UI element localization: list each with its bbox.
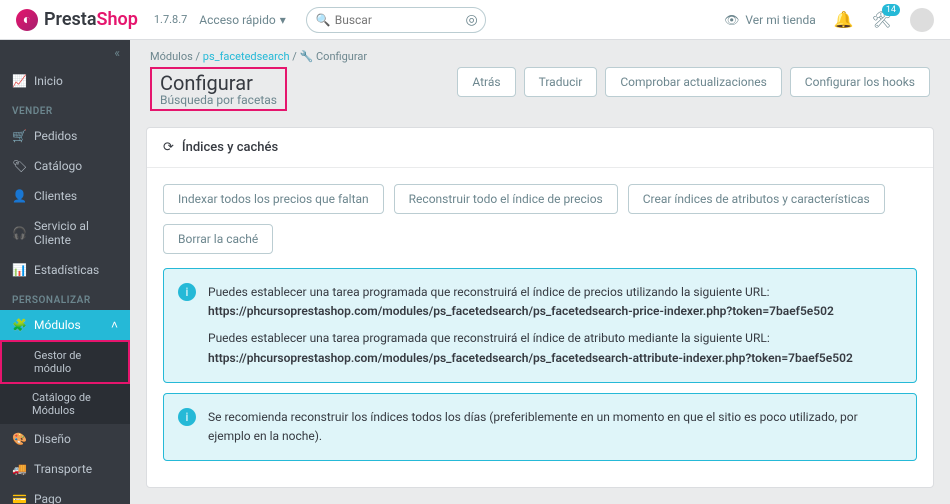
rebuild-price-button[interactable]: Reconstruir todo el índice de precios bbox=[394, 184, 618, 214]
page-subtitle: Búsqueda por facetas bbox=[160, 93, 277, 107]
search-input[interactable] bbox=[306, 7, 486, 33]
avatar[interactable] bbox=[910, 8, 934, 32]
topbar-right: 👁 Ver mi tienda 🔔 🛠 14 bbox=[724, 8, 934, 32]
back-button[interactable]: Atrás bbox=[457, 67, 515, 97]
quick-access-dropdown[interactable]: Acceso rápido ▾ bbox=[199, 13, 285, 27]
breadcrumb-module-link[interactable]: ps_facetedsearch bbox=[203, 50, 290, 63]
main-content: Módulos / ps_facetedsearch / 🔧 Configura… bbox=[130, 40, 950, 504]
indices-panel: ⟳ Índices y cachés Indexar todos los pre… bbox=[146, 127, 934, 488]
sidebar-item-payment[interactable]: 💳Pago bbox=[0, 484, 130, 504]
sidebar-sub-module-manager[interactable]: Gestor de módulo bbox=[0, 340, 130, 384]
sidebar-item-clients[interactable]: 👤Clientes bbox=[0, 181, 130, 211]
stats-icon: 📊 bbox=[12, 263, 26, 277]
logo-text: PrestaShop bbox=[44, 9, 138, 30]
sidebar: « 📈Inicio VENDER 🛒Pedidos 🏷Catálogo 👤Cli… bbox=[0, 40, 130, 504]
clear-cache-button[interactable]: Borrar la caché bbox=[163, 224, 273, 254]
topbar: ◐ PrestaShop 1.7.8.7 Acceso rápido ▾ 🔍 ◎… bbox=[0, 0, 950, 40]
sidebar-item-home[interactable]: 📈Inicio bbox=[0, 66, 130, 96]
page-header: Configurar Búsqueda por facetas Atrás Tr… bbox=[130, 63, 950, 127]
chevron-up-icon: ˄ bbox=[111, 318, 118, 332]
notifications-icon[interactable]: 🔔 bbox=[834, 10, 854, 29]
sidebar-item-stats[interactable]: 📊Estadísticas bbox=[0, 255, 130, 285]
search-wrap: 🔍 ◎ bbox=[306, 7, 486, 33]
version-label: 1.7.8.7 bbox=[154, 13, 187, 26]
sidebar-item-design[interactable]: 🎨Diseño bbox=[0, 424, 130, 454]
config-hooks-button[interactable]: Configurar los hooks bbox=[790, 67, 930, 97]
debug-icon[interactable]: 🛠 14 bbox=[872, 10, 892, 29]
indices-panel-header: ⟳ Índices y cachés bbox=[147, 128, 933, 168]
page-title-box: Configurar Búsqueda por facetas bbox=[150, 67, 287, 111]
sidebar-item-service[interactable]: 🎧Servicio al Cliente bbox=[0, 211, 130, 255]
section-sell: VENDER bbox=[0, 96, 130, 121]
index-prices-button[interactable]: Indexar todos los precios que faltan bbox=[163, 184, 384, 214]
header-actions: Atrás Traducir Comprobar actualizaciones… bbox=[457, 67, 930, 97]
check-updates-button[interactable]: Comprobar actualizaciones bbox=[605, 67, 781, 97]
puzzle-icon: 🧩 bbox=[12, 318, 26, 332]
sidebar-item-transport[interactable]: 🚚Transporte bbox=[0, 454, 130, 484]
headset-icon: 🎧 bbox=[12, 226, 26, 240]
dashboard-icon: 📈 bbox=[12, 74, 26, 88]
create-indices-button[interactable]: Crear índices de atributos y característ… bbox=[628, 184, 885, 214]
search-icon: 🔍 bbox=[316, 13, 331, 27]
info-icon: i bbox=[178, 408, 196, 426]
info-icon: i bbox=[178, 283, 196, 301]
sidebar-item-modules[interactable]: 🧩Módulos ˄ bbox=[0, 310, 130, 340]
sidebar-item-orders[interactable]: 🛒Pedidos bbox=[0, 121, 130, 151]
collapse-sidebar-icon[interactable]: « bbox=[0, 40, 130, 66]
translate-button[interactable]: Traducir bbox=[524, 67, 598, 97]
recommend-info-box: i Se recomienda reconstruir los índices … bbox=[163, 393, 917, 461]
user-icon: 👤 bbox=[12, 189, 26, 203]
eye-icon: 👁 bbox=[724, 13, 739, 27]
search-target-icon[interactable]: ◎ bbox=[466, 12, 478, 28]
index-buttons: Indexar todos los precios que faltan Rec… bbox=[163, 184, 917, 254]
brush-icon: 🎨 bbox=[12, 432, 26, 446]
truck-icon: 🚚 bbox=[12, 462, 26, 476]
modules-submenu: Gestor de módulo Catálogo de Módulos bbox=[0, 340, 130, 424]
debug-count-badge: 14 bbox=[882, 4, 900, 16]
cart-icon: 🛒 bbox=[12, 129, 26, 143]
cron-info-box: i Puedes establecer una tarea programada… bbox=[163, 268, 917, 383]
logo-icon: ◐ bbox=[16, 9, 38, 31]
section-personalize: PERSONALIZAR bbox=[0, 285, 130, 310]
sidebar-sub-module-catalog[interactable]: Catálogo de Módulos bbox=[0, 384, 130, 424]
logo[interactable]: ◐ PrestaShop bbox=[16, 9, 138, 31]
view-shop-link[interactable]: 👁 Ver mi tienda bbox=[724, 13, 816, 27]
chevron-down-icon: ▾ bbox=[280, 13, 286, 27]
breadcrumb: Módulos / ps_facetedsearch / 🔧 Configura… bbox=[130, 40, 950, 63]
refresh-icon: ⟳ bbox=[163, 140, 174, 155]
page-title: Configurar bbox=[160, 71, 277, 95]
config-icon: 🔧 bbox=[300, 50, 314, 63]
sidebar-item-catalog[interactable]: 🏷Catálogo bbox=[0, 151, 130, 181]
card-icon: 💳 bbox=[12, 492, 26, 504]
tag-icon: 🏷 bbox=[12, 159, 26, 173]
